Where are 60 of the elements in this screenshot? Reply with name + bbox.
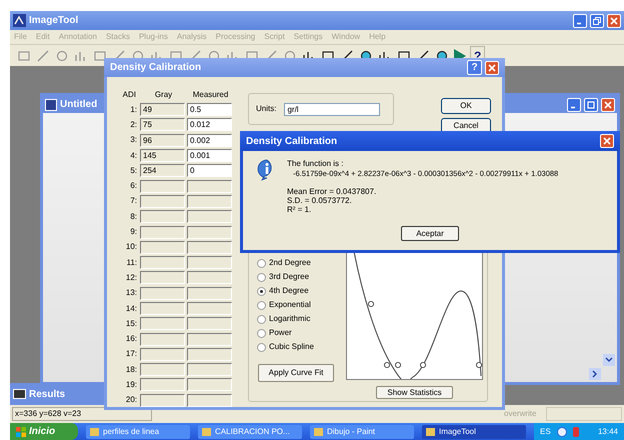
measured-field[interactable]: 0.5 xyxy=(187,103,232,116)
statistic-text: Mean Error = 0.0437807. xyxy=(287,187,378,196)
message-title: Density Calibration xyxy=(246,134,338,148)
intensity-field[interactable]: 49 xyxy=(140,103,185,116)
column-header: ADI xyxy=(122,89,137,101)
measured-field[interactable]: 0.012 xyxy=(187,118,232,132)
intensity-field[interactable]: 145 xyxy=(140,149,185,162)
fit-radio[interactable]: Logarithmic xyxy=(257,312,314,326)
row-number: 16: xyxy=(124,333,138,346)
row-number: 7: xyxy=(129,195,138,208)
row-number: 9: xyxy=(129,226,138,238)
intensity-field[interactable]: 254 xyxy=(140,164,185,178)
status-mode: overwrite xyxy=(504,408,538,420)
row-number: 10: xyxy=(124,241,138,254)
measured-field[interactable]: 0.002 xyxy=(187,134,232,147)
row-number: 5: xyxy=(129,164,138,177)
row-number: 13: xyxy=(124,287,138,300)
taskbar-button[interactable]: ImageTool xyxy=(422,424,526,438)
column-header: Measured xyxy=(192,89,230,101)
start-button[interactable]: Inicio xyxy=(10,423,78,440)
fit-radio[interactable]: Cubic Spline xyxy=(257,340,314,354)
row-number: 17: xyxy=(124,348,138,360)
row-number: 4: xyxy=(129,150,138,162)
row-number: 12: xyxy=(124,272,138,284)
ok-button[interactable]: OK xyxy=(441,98,491,114)
measured-field[interactable]: 0.001 xyxy=(187,149,232,162)
apply-curve-fit-button[interactable]: Apply Curve Fit xyxy=(258,364,334,382)
row-number: 15: xyxy=(124,318,138,330)
fit-radio[interactable]: 3rd Degree xyxy=(257,270,314,284)
dialog-title: Density Calibration xyxy=(110,61,202,75)
row-number: 3: xyxy=(129,134,138,146)
statistic-text: R² = 1. xyxy=(287,205,312,214)
units-label: Units: xyxy=(256,103,276,115)
row-number: 18: xyxy=(124,364,138,376)
row-number: 19: xyxy=(124,378,138,391)
row-number: 14: xyxy=(124,302,138,314)
window-title: ImageTool xyxy=(29,14,78,28)
column-header: Gray xyxy=(154,89,174,101)
clock: 13:44 xyxy=(598,426,618,438)
document-title: Untitled xyxy=(60,98,98,112)
intensity-field[interactable]: 75 xyxy=(140,118,185,132)
row-number: 8: xyxy=(129,210,138,223)
statistic-text: S.D. = 0.0573772. xyxy=(287,196,353,205)
row-number: 20: xyxy=(124,394,138,406)
intensity-field[interactable]: 96 xyxy=(140,134,185,147)
accept-button[interactable]: Aceptar xyxy=(401,226,459,241)
fit-radio[interactable]: Power xyxy=(257,326,314,340)
show-statistics-button[interactable]: Show Statistics xyxy=(376,386,453,399)
fit-radio[interactable]: Exponential xyxy=(257,298,314,312)
row-number: 1: xyxy=(129,104,138,116)
row-number: 6: xyxy=(129,180,138,192)
results-title: Results xyxy=(29,388,66,402)
measured-field[interactable]: 0 xyxy=(187,164,232,178)
help-button[interactable]: ? xyxy=(467,60,482,75)
row-number: 11: xyxy=(125,256,138,269)
fit-radio[interactable]: 2nd Degree xyxy=(257,256,314,270)
units-field[interactable]: gr/l xyxy=(284,102,380,116)
fit-radio[interactable]: 4th Degree xyxy=(257,284,314,298)
row-number: 2: xyxy=(129,118,138,131)
message-text: The function is : xyxy=(287,159,344,169)
